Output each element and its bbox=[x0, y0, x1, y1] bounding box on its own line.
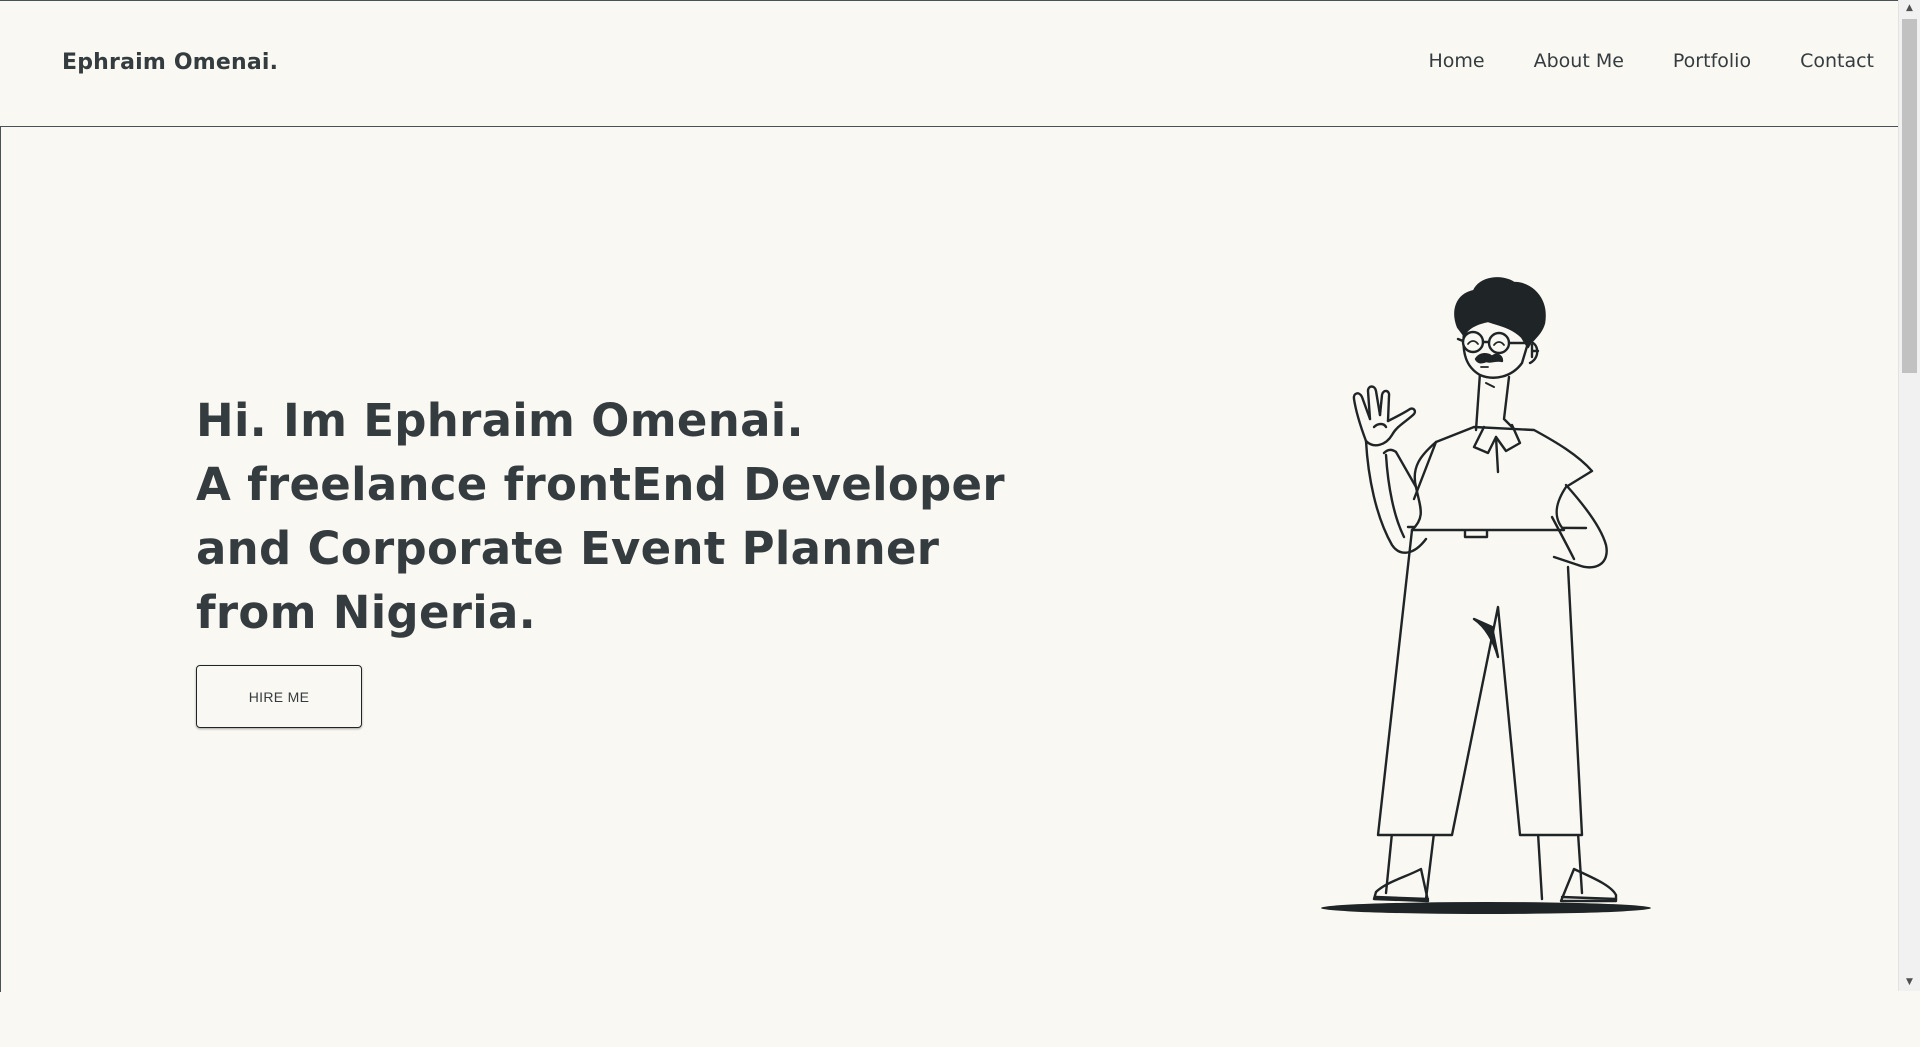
nav-link-portfolio[interactable]: Portfolio bbox=[1673, 50, 1751, 72]
site-header: Ephraim Omenai. Home About Me Portfolio … bbox=[0, 1, 1898, 127]
hero-heading-line: Hi. Im Ephraim Omenai. bbox=[196, 394, 804, 447]
hero-section: Hi. Im Ephraim Omenai. A freelance front… bbox=[0, 127, 1898, 992]
nav-link-contact[interactable]: Contact bbox=[1800, 50, 1874, 72]
hero-heading-line: A freelance frontEnd Developer bbox=[196, 458, 1005, 511]
hero-heading: Hi. Im Ephraim Omenai. A freelance front… bbox=[196, 389, 1005, 645]
main-nav: Home About Me Portfolio Contact bbox=[1380, 50, 1875, 72]
hire-me-button[interactable]: HIRE ME bbox=[196, 665, 362, 728]
nav-link-home[interactable]: Home bbox=[1429, 50, 1485, 72]
waving-man-illustration bbox=[1321, 277, 1651, 914]
brand-logo[interactable]: Ephraim Omenai. bbox=[62, 50, 278, 75]
hero-heading-line: from Nigeria. bbox=[196, 586, 537, 639]
nav-link-about-me[interactable]: About Me bbox=[1534, 50, 1624, 72]
vertical-scrollbar[interactable]: ▲ ▼ bbox=[1898, 0, 1920, 991]
scroll-up-arrow-icon[interactable]: ▲ bbox=[1899, 0, 1920, 17]
hero-heading-line: and Corporate Event Planner bbox=[196, 522, 940, 575]
page: Ephraim Omenai. Home About Me Portfolio … bbox=[0, 0, 1898, 992]
scroll-down-arrow-icon[interactable]: ▼ bbox=[1899, 974, 1920, 991]
scrollbar-thumb[interactable] bbox=[1902, 19, 1917, 373]
